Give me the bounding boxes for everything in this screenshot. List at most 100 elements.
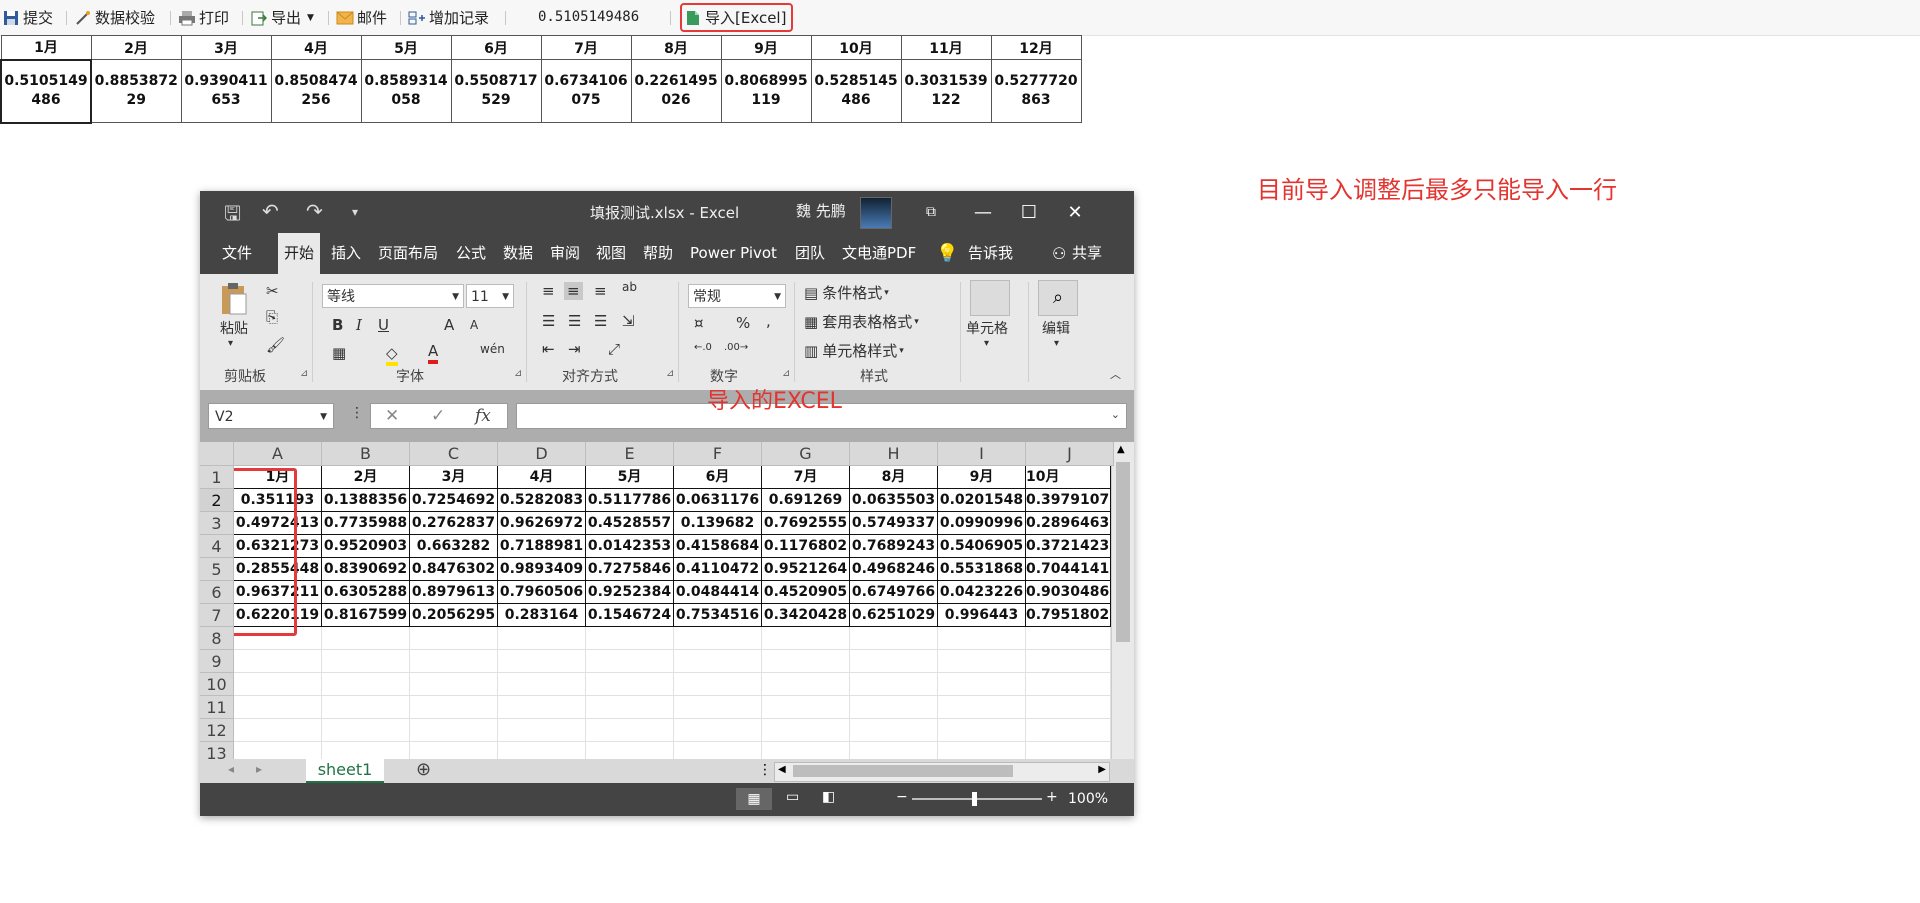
empty-cell[interactable] xyxy=(234,719,322,742)
empty-cell[interactable] xyxy=(586,650,674,673)
h-scroll-thumb[interactable] xyxy=(793,765,1013,777)
empty-cell[interactable] xyxy=(498,673,586,696)
data-cell[interactable]: 0.0142353 xyxy=(586,535,674,558)
report-value-cell[interactable]: 0.9390411653 xyxy=(180,59,272,123)
conditional-format-button[interactable]: ▤ 条件格式 ▾ xyxy=(804,282,889,303)
save-icon[interactable]: 🖫 xyxy=(224,199,241,233)
search-icon[interactable]: ⌕ xyxy=(1038,280,1078,316)
data-cell[interactable]: 0.8167599 xyxy=(322,604,410,627)
data-cell[interactable]: 0.283164 xyxy=(498,604,586,627)
tell-me-search[interactable]: 告诉我 xyxy=(968,233,1013,274)
sheet-tab[interactable]: sheet1 xyxy=(306,759,384,783)
data-cell[interactable]: 0.5282083 xyxy=(498,489,586,512)
add-record-button[interactable]: 增加记录 xyxy=(408,0,489,35)
header-cell[interactable]: 4月 xyxy=(498,466,586,489)
report-value-cell[interactable]: 0.8508474256 xyxy=(270,59,362,123)
data-cell[interactable]: 0.2896463 xyxy=(1026,512,1111,535)
report-value-cell[interactable]: 0.5285145486 xyxy=(810,59,902,123)
row-header[interactable]: 6 xyxy=(200,581,234,604)
data-cell[interactable]: 0.996443 xyxy=(938,604,1026,627)
report-value-cell[interactable]: 0.5508717529 xyxy=(450,59,542,123)
data-cell[interactable]: 0.9521264 xyxy=(762,558,850,581)
report-value-cell[interactable]: 0.885387229 xyxy=(90,59,182,123)
empty-cell[interactable] xyxy=(586,673,674,696)
empty-cell[interactable] xyxy=(762,696,850,719)
data-cell[interactable]: 0.8476302 xyxy=(410,558,498,581)
header-cell[interactable]: 5月 xyxy=(586,466,674,489)
percent-icon[interactable]: % xyxy=(736,314,750,332)
empty-cell[interactable] xyxy=(674,627,762,650)
column-header[interactable]: H xyxy=(850,442,938,466)
empty-cell[interactable] xyxy=(234,673,322,696)
dialog-launcher-icon[interactable]: ⊿ xyxy=(514,368,522,379)
more-options-icon[interactable]: ⋮ xyxy=(350,405,364,421)
header-cell[interactable]: 8月 xyxy=(850,466,938,489)
empty-cell[interactable] xyxy=(410,627,498,650)
borders-icon[interactable]: ▦ xyxy=(332,344,346,362)
column-header[interactable]: D xyxy=(498,442,586,466)
fill-color-icon[interactable]: ◇ xyxy=(386,344,398,366)
empty-cell[interactable] xyxy=(938,650,1026,673)
row-header[interactable]: 9 xyxy=(200,650,234,673)
shrink-font-icon[interactable]: A xyxy=(470,318,478,332)
copy-icon[interactable]: ⎘ xyxy=(266,308,278,326)
comma-style-icon[interactable]: , xyxy=(766,312,771,330)
header-cell[interactable]: 7月 xyxy=(762,466,850,489)
row-header[interactable]: 7 xyxy=(200,604,234,627)
empty-cell[interactable] xyxy=(322,719,410,742)
empty-cell[interactable] xyxy=(1026,673,1111,696)
prev-sheet-icon[interactable]: ◂ xyxy=(228,762,234,776)
zoom-in-icon[interactable]: + xyxy=(1046,789,1058,805)
name-box[interactable]: V2 ▼ xyxy=(208,403,334,429)
cancel-icon[interactable]: ✕ xyxy=(385,406,399,426)
tab-formulas[interactable]: 公式 xyxy=(456,233,486,274)
data-cell[interactable]: 0.9520903 xyxy=(322,535,410,558)
next-sheet-icon[interactable]: ▸ xyxy=(256,762,262,776)
data-cell[interactable]: 0.0631176 xyxy=(674,489,762,512)
header-cell[interactable]: 3月 xyxy=(410,466,498,489)
insert-function-icon[interactable]: fx xyxy=(475,406,491,426)
tab-insert[interactable]: 插入 xyxy=(331,233,361,274)
row-header[interactable]: 10 xyxy=(200,673,234,696)
more-options-icon[interactable]: ⋮ xyxy=(758,762,772,778)
number-format-dropdown[interactable]: 常规 ▼ xyxy=(688,284,786,308)
align-middle-icon[interactable]: ≡ xyxy=(564,282,583,300)
tab-power-pivot[interactable]: Power Pivot xyxy=(690,233,777,274)
validate-button[interactable]: 数据校验 xyxy=(74,0,155,35)
row-header[interactable]: 2 xyxy=(200,489,234,512)
row-header[interactable]: 1 xyxy=(200,466,234,489)
data-cell[interactable]: 0.3420428 xyxy=(762,604,850,627)
increase-indent-icon[interactable]: ⇥ xyxy=(568,340,581,358)
font-color-icon[interactable]: A xyxy=(428,342,439,364)
empty-cell[interactable] xyxy=(586,719,674,742)
report-value-cell[interactable]: 0.8589314058 xyxy=(360,59,452,123)
data-cell[interactable]: 0.9626972 xyxy=(498,512,586,535)
data-cell[interactable]: 0.7275846 xyxy=(586,558,674,581)
empty-cell[interactable] xyxy=(850,673,938,696)
column-header[interactable]: B xyxy=(322,442,410,466)
data-cell[interactable]: 0.9252384 xyxy=(586,581,674,604)
data-cell[interactable]: 0.0201548 xyxy=(938,489,1026,512)
empty-cell[interactable] xyxy=(498,696,586,719)
data-cell[interactable]: 0.7689243 xyxy=(850,535,938,558)
avatar[interactable] xyxy=(860,197,892,229)
decrease-decimal-icon[interactable]: .00→ xyxy=(724,342,748,353)
empty-cell[interactable] xyxy=(762,627,850,650)
report-value-cell[interactable]: 0.8068995119 xyxy=(720,59,812,123)
dialog-launcher-icon[interactable]: ⊿ xyxy=(300,368,308,379)
minimize-icon[interactable]: — xyxy=(960,191,1006,233)
cell-style-button[interactable]: ▥ 单元格样式 ▾ xyxy=(804,340,904,361)
chevron-down-icon[interactable]: ▾ xyxy=(228,338,233,349)
empty-cell[interactable] xyxy=(762,650,850,673)
empty-cell[interactable] xyxy=(234,696,322,719)
data-cell[interactable]: 0.0423226 xyxy=(938,581,1026,604)
empty-cell[interactable] xyxy=(674,650,762,673)
column-header[interactable]: G xyxy=(762,442,850,466)
data-cell[interactable]: 0.8979613 xyxy=(410,581,498,604)
data-cell[interactable]: 0.691269 xyxy=(762,489,850,512)
empty-cell[interactable] xyxy=(586,696,674,719)
empty-cell[interactable] xyxy=(410,696,498,719)
wrap-text-icon[interactable]: ⇲ xyxy=(622,312,635,330)
align-left-icon[interactable]: ☰ xyxy=(542,312,555,330)
font-name-dropdown[interactable]: 等线 ▼ xyxy=(322,284,464,308)
